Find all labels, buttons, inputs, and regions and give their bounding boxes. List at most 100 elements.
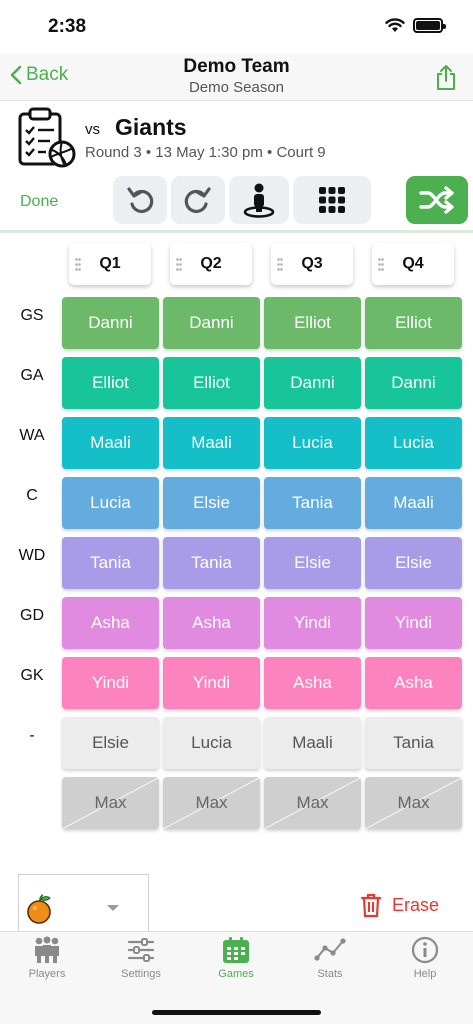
player-cell[interactable]: Asha xyxy=(62,597,159,649)
unavailable-player-cell[interactable]: Max xyxy=(264,777,361,829)
vs-label: vs xyxy=(85,121,100,138)
player-cell[interactable]: Tania xyxy=(62,537,159,589)
opponent-name: Giants xyxy=(115,114,187,140)
shuffle-button[interactable] xyxy=(406,176,468,224)
share-button[interactable] xyxy=(435,64,457,96)
tab-stats[interactable]: Stats xyxy=(283,936,377,988)
quarter-label: Q1 xyxy=(99,255,121,272)
quarter-header-2[interactable]: Q2 xyxy=(170,243,252,285)
player-cell[interactable]: Elliot xyxy=(163,357,260,409)
info-icon xyxy=(411,936,439,964)
player-cell[interactable]: Danni xyxy=(365,357,462,409)
player-cell[interactable]: Lucia xyxy=(365,417,462,469)
player-name: Elliot xyxy=(294,313,331,332)
quarter-label: Q3 xyxy=(301,255,323,272)
player-cell[interactable]: Tania xyxy=(264,477,361,529)
tab-bar: Players Settings Games Stats Help xyxy=(0,931,473,1024)
tab-help-label: Help xyxy=(413,968,437,980)
player-name: Elliot xyxy=(395,313,432,332)
undo-button[interactable] xyxy=(113,176,167,224)
bench-player-cell[interactable]: Maali xyxy=(264,717,361,769)
player-name: Tania xyxy=(90,553,131,572)
player-cell[interactable]: Yindi xyxy=(264,597,361,649)
unavailable-player-cell[interactable]: Max xyxy=(365,777,462,829)
position-label: WD xyxy=(18,547,46,564)
lineup-toolbar: Done xyxy=(0,174,473,230)
player-name: Elliot xyxy=(193,373,230,392)
player-name: Yindi xyxy=(91,673,130,692)
clock: 2:38 xyxy=(48,16,87,37)
player-cell[interactable]: Asha xyxy=(264,657,361,709)
player-cell[interactable]: Lucia xyxy=(62,477,159,529)
player-name: Maali xyxy=(191,433,232,452)
grid-view-button[interactable] xyxy=(293,176,371,224)
tab-help[interactable]: Help xyxy=(378,936,472,988)
unavailable-player-cell[interactable]: Max xyxy=(62,777,159,829)
position-label: C xyxy=(26,487,38,504)
grid-icon xyxy=(319,187,345,213)
tab-settings[interactable]: Settings xyxy=(94,936,188,988)
wifi-icon xyxy=(385,18,405,32)
player-cell[interactable]: Tania xyxy=(163,537,260,589)
player-cell[interactable]: Yindi xyxy=(365,597,462,649)
player-name: Danni xyxy=(88,313,133,332)
player-name: Danni xyxy=(391,373,436,392)
redo-button[interactable] xyxy=(171,176,225,224)
bench-player-cell[interactable]: Tania xyxy=(365,717,462,769)
player-name: Lucia xyxy=(393,433,434,452)
share-icon xyxy=(437,65,455,90)
player-cell[interactable]: Elsie xyxy=(264,537,361,589)
drag-handle-icon[interactable] xyxy=(75,257,81,271)
done-button[interactable]: Done xyxy=(20,193,58,211)
drag-handle-icon[interactable] xyxy=(378,257,384,271)
player-cell[interactable]: Yindi xyxy=(62,657,159,709)
player-position-button[interactable] xyxy=(229,176,289,224)
player-cell[interactable]: Danni xyxy=(62,297,159,349)
player-name: Max xyxy=(195,793,228,812)
tab-games[interactable]: Games xyxy=(189,936,283,988)
player-cell[interactable]: Elsie xyxy=(163,477,260,529)
player-cell[interactable]: Maali xyxy=(163,417,260,469)
player-cell[interactable]: Danni xyxy=(163,297,260,349)
undo-icon xyxy=(127,187,154,214)
player-name: Maali xyxy=(393,493,434,512)
calendar-icon xyxy=(223,937,249,963)
tab-players[interactable]: Players xyxy=(0,936,94,988)
player-name: Lucia xyxy=(191,733,232,752)
quarter-header-1[interactable]: Q1 xyxy=(69,243,151,285)
chevron-down-icon xyxy=(107,905,119,911)
player-cell[interactable]: Elliot xyxy=(62,357,159,409)
player-cell[interactable]: Lucia xyxy=(264,417,361,469)
drag-handle-icon[interactable] xyxy=(176,257,182,271)
player-name: Tania xyxy=(292,493,333,512)
player-cell[interactable]: Elliot xyxy=(264,297,361,349)
player-name: Lucia xyxy=(90,493,131,512)
ball-picker[interactable] xyxy=(18,874,149,932)
toolbar-divider xyxy=(0,230,473,233)
erase-button[interactable]: Erase xyxy=(360,892,439,918)
bench-player-cell[interactable]: Lucia xyxy=(163,717,260,769)
status-icons xyxy=(385,18,446,33)
bench-player-cell[interactable]: Elsie xyxy=(62,717,159,769)
player-cell[interactable]: Yindi xyxy=(163,657,260,709)
player-cell[interactable]: Danni xyxy=(264,357,361,409)
quarter-header-4[interactable]: Q4 xyxy=(372,243,454,285)
person-on-spot-icon xyxy=(243,183,275,218)
player-name: Tania xyxy=(393,733,434,752)
player-cell[interactable]: Maali xyxy=(365,477,462,529)
quarter-header-3[interactable]: Q3 xyxy=(271,243,353,285)
player-cell[interactable]: Maali xyxy=(62,417,159,469)
player-cell[interactable]: Asha xyxy=(163,597,260,649)
player-cell[interactable]: Elsie xyxy=(365,537,462,589)
unavailable-player-cell[interactable]: Max xyxy=(163,777,260,829)
player-name: Danni xyxy=(189,313,234,332)
player-name: Elsie xyxy=(395,553,432,572)
game-header: vs Giants Round 3 • 13 May 1:30 pm • Cou… xyxy=(0,104,473,170)
status-bar: 2:38 xyxy=(0,0,473,54)
player-name: Elsie xyxy=(92,733,129,752)
player-cell[interactable]: Asha xyxy=(365,657,462,709)
player-cell[interactable]: Elliot xyxy=(365,297,462,349)
player-name: Max xyxy=(94,793,127,812)
drag-handle-icon[interactable] xyxy=(277,257,283,271)
player-name: Max xyxy=(397,793,430,812)
